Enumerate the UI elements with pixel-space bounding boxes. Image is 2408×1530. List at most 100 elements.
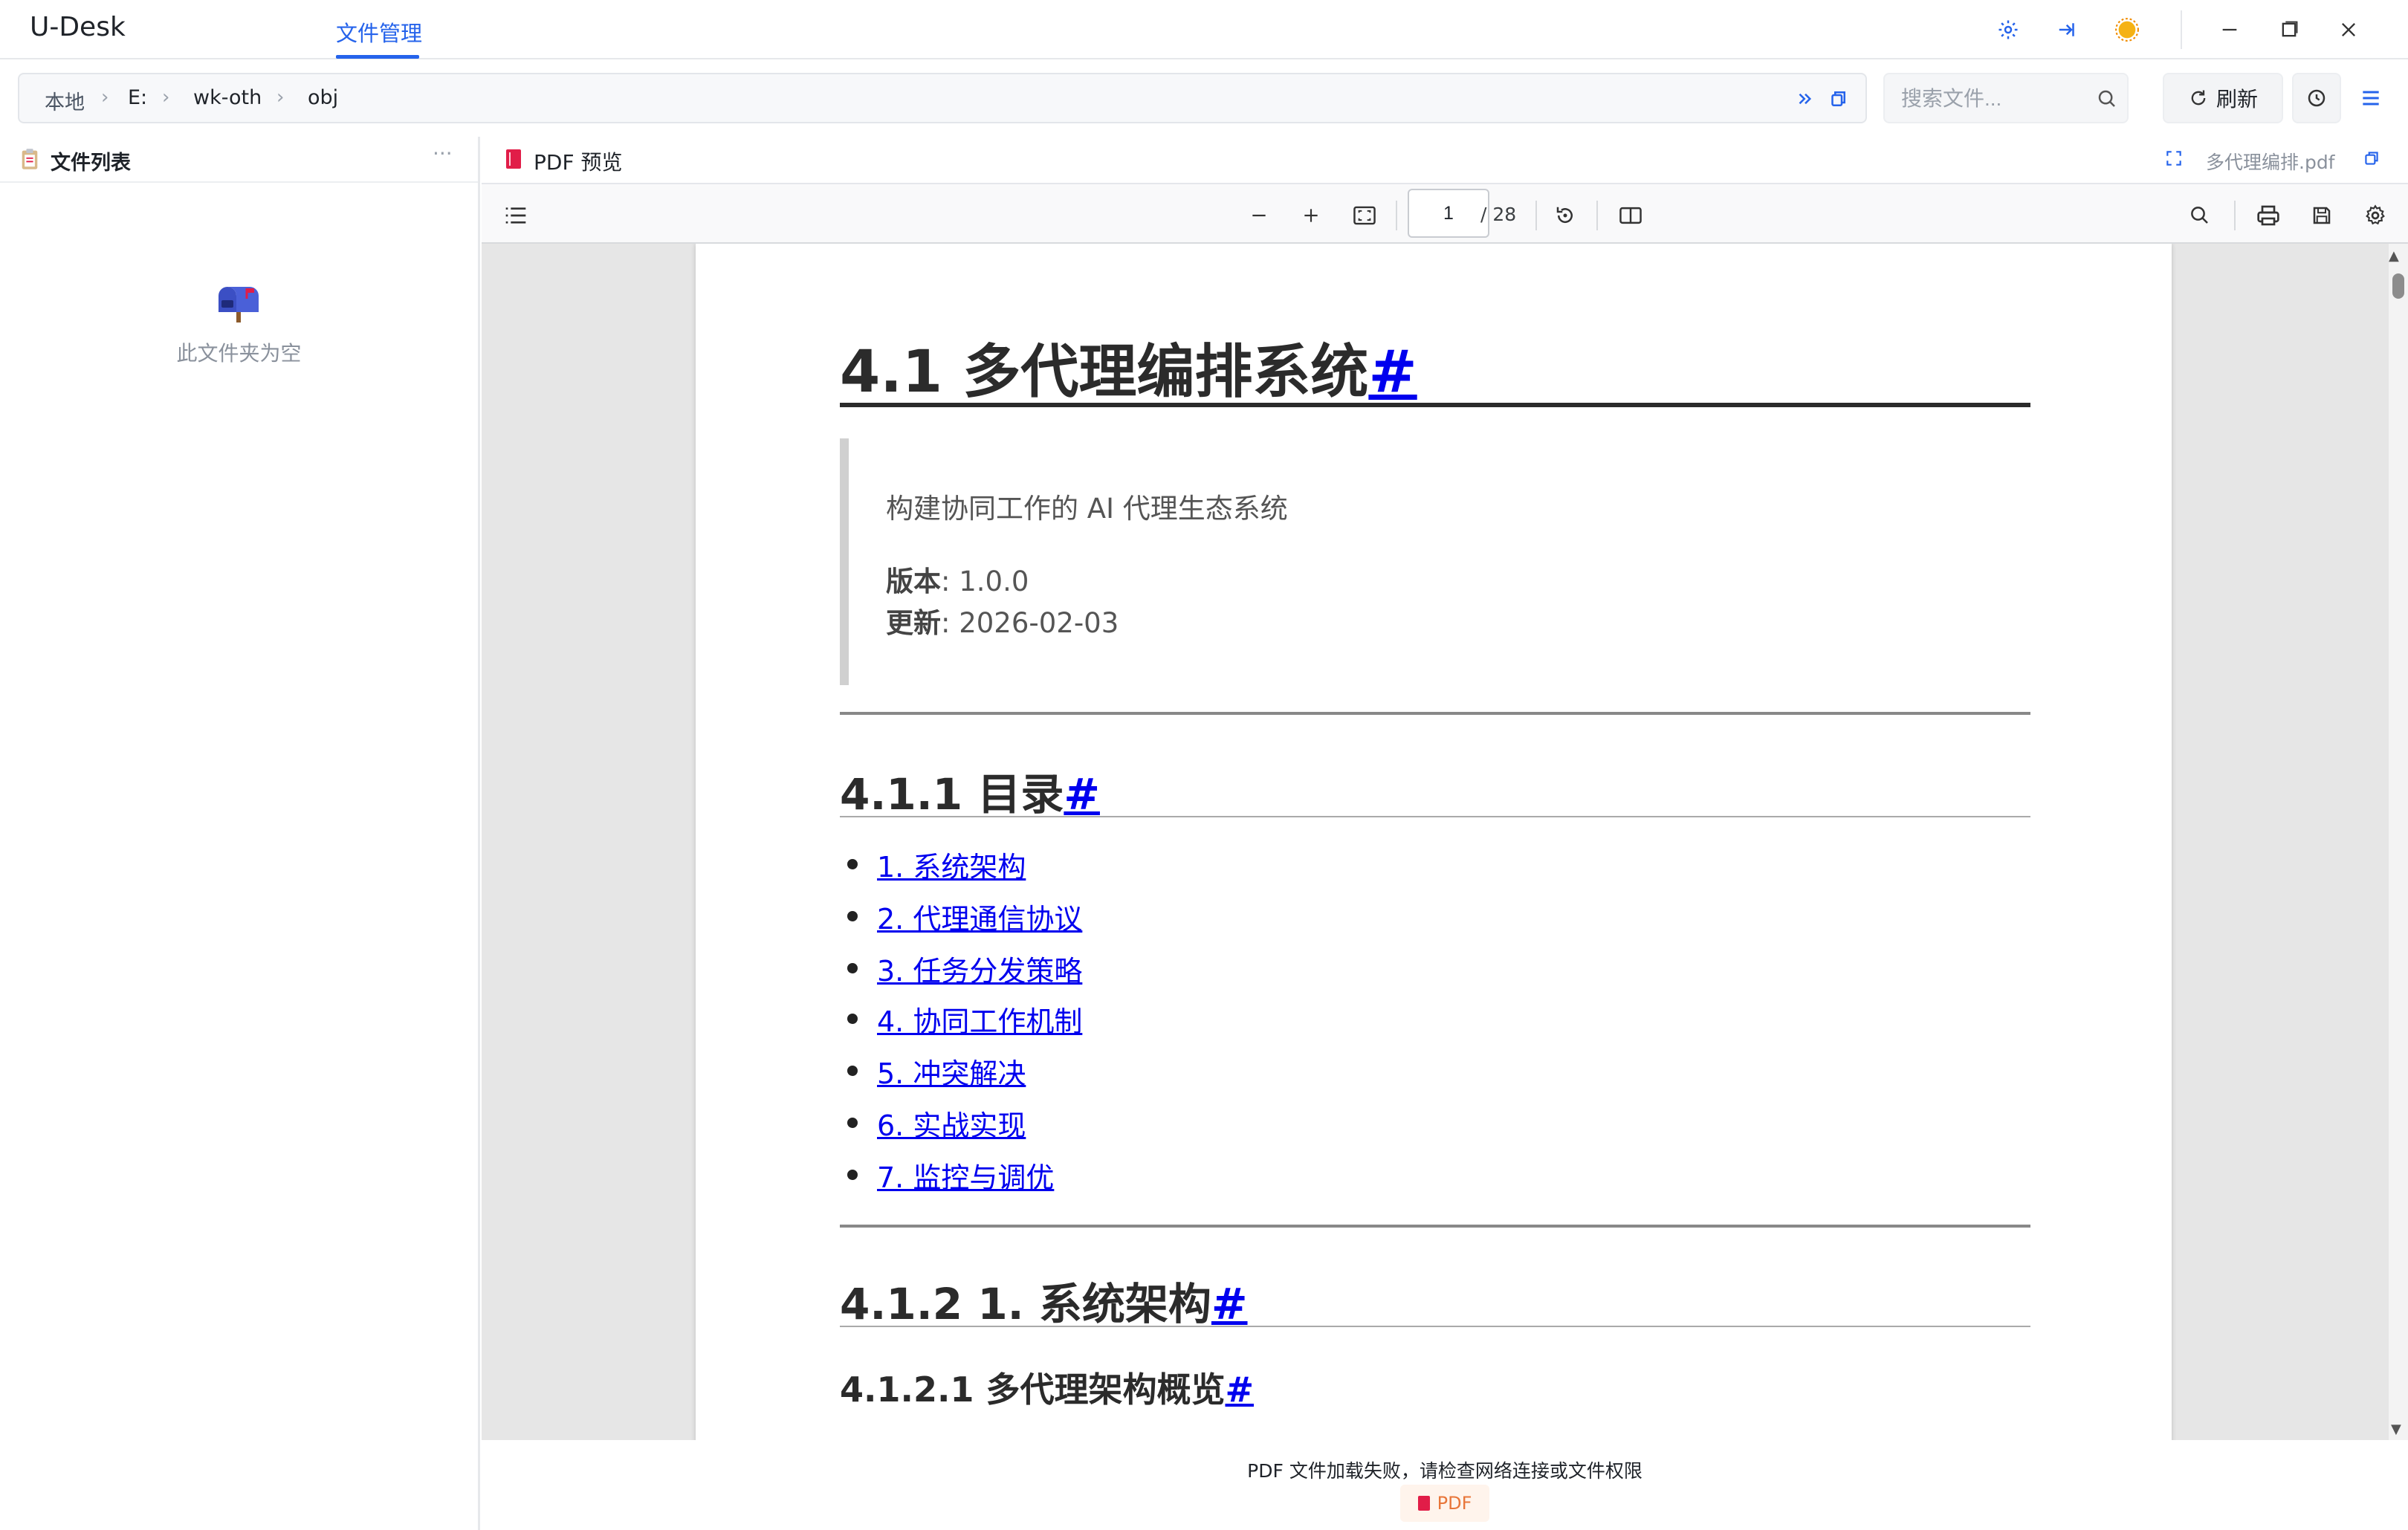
pdf-icon — [505, 149, 522, 172]
page-layout-icon[interactable] — [1614, 199, 1647, 232]
error-message: PDF 文件加载失败，请检查网络连接或文件权限 — [1247, 1460, 1642, 1482]
toc-item: 4. 协同工作机制 — [847, 999, 1082, 1040]
zoom-out-icon[interactable] — [1243, 199, 1275, 232]
menu-button[interactable] — [2349, 73, 2393, 123]
toc-link[interactable]: 1. 系统架构 — [877, 851, 1026, 884]
toc-item: 3. 任务分发策略 — [847, 948, 1082, 989]
toc-link[interactable]: 5. 冲突解决 — [877, 1057, 1026, 1090]
theme-sun-icon[interactable] — [2111, 13, 2143, 46]
page-number-input[interactable] — [1408, 189, 1489, 238]
history-icon — [2308, 89, 2326, 107]
breadcrumb-item-current[interactable]: obj — [308, 86, 338, 109]
heading-anchor-link[interactable]: # — [1064, 769, 1100, 820]
rotate-icon[interactable] — [1549, 199, 1582, 232]
tab-file-management[interactable]: 文件管理 — [336, 16, 422, 48]
page-total: / 28 — [1480, 204, 1517, 225]
heading-rule — [840, 816, 2030, 817]
scroll-down-icon[interactable]: ▼ — [2391, 1422, 2401, 1437]
pdf-file-tag-label: PDF — [1437, 1493, 1472, 1514]
sidebar-toggle-icon[interactable] — [499, 199, 532, 232]
error-panel: PDF 文件加载失败，请检查网络连接或文件权限 PDF — [482, 1440, 2408, 1530]
settings-icon[interactable] — [1992, 13, 2025, 46]
doc-heading-architecture-text: 4.1.2 1. 系统架构 — [840, 1279, 1211, 1329]
pdf-toolbar: / 28 — [482, 183, 2408, 244]
chevron-right-icon: › — [276, 86, 285, 108]
bullet — [847, 911, 858, 921]
fullscreen-icon[interactable] — [2164, 149, 2184, 171]
mailbox-icon — [214, 282, 262, 324]
bullet — [847, 1118, 858, 1128]
toc-item: 5. 冲突解决 — [847, 1051, 1026, 1092]
chevron-right-icon: › — [162, 86, 170, 108]
preview-file-name: 多代理编排.pdf — [2206, 152, 2335, 173]
toolbar-separator — [1396, 201, 1397, 230]
doc-heading-toc: 4.1.1 目录# — [840, 759, 1100, 822]
toc-link[interactable]: 3. 任务分发策略 — [877, 955, 1082, 988]
app-title: U-Desk — [30, 12, 126, 42]
doc-subtitle: 构建协同工作的 AI 代理生态系统 — [886, 493, 1288, 525]
empty-folder-message: 此文件夹为空 — [176, 341, 302, 366]
toc-link[interactable]: 4. 协同工作机制 — [877, 1005, 1082, 1038]
doc-version-value: : 1.0.0 — [941, 565, 1029, 597]
minimize-icon[interactable] — [2213, 13, 2246, 46]
heading-rule — [840, 403, 2030, 407]
doc-version: 版本: 1.0.0 — [886, 559, 1029, 599]
toolbar-separator — [1535, 201, 1537, 230]
pdf-page: 4.1 多代理编排系统# 构建协同工作的 AI 代理生态系统 版本: 1.0.0… — [696, 244, 2172, 1440]
file-list-header: 文件列表 ··· — [0, 137, 478, 183]
heading-anchor-link[interactable]: # — [1225, 1369, 1254, 1410]
doc-updated-label: 更新 — [886, 607, 941, 639]
pdf-file-tag[interactable]: PDF — [1400, 1485, 1489, 1522]
maximize-icon[interactable] — [2273, 13, 2305, 46]
doc-heading-overview-text: 4.1.2.1 多代理架构概览 — [840, 1369, 1226, 1410]
fit-page-icon[interactable] — [1348, 199, 1381, 232]
toolbar-separator — [2234, 201, 2236, 230]
preview-header: PDF 预览 多代理编排.pdf — [482, 137, 2408, 183]
doc-heading-toc-text: 4.1.1 目录 — [840, 769, 1064, 820]
breadcrumb-item-local[interactable]: 本地 — [45, 86, 85, 115]
toc-link[interactable]: 6. 实战实现 — [877, 1109, 1026, 1142]
heading-rule — [840, 1326, 2030, 1327]
find-icon[interactable] — [2184, 199, 2216, 232]
scroll-up-icon[interactable]: ▲ — [2389, 248, 2399, 264]
toc-link[interactable]: 2. 代理通信协议 — [877, 903, 1082, 936]
title-bar: U-Desk 文件管理 — [0, 0, 2408, 59]
pdf-scrollbar[interactable]: ▲ ▼ — [2389, 244, 2408, 1440]
search-input[interactable] — [1901, 85, 2080, 113]
refresh-icon — [2191, 90, 2206, 106]
close-icon[interactable] — [2332, 13, 2365, 46]
more-options-icon[interactable]: ··· — [433, 141, 453, 166]
history-button[interactable] — [2292, 73, 2341, 123]
go-forward-icon[interactable] — [1794, 88, 1816, 110]
bullet — [847, 1014, 858, 1024]
doc-updated: 更新: 2026-02-03 — [886, 600, 1119, 641]
heading-anchor-link[interactable]: # — [1211, 1279, 1248, 1329]
zoom-in-icon[interactable] — [1295, 199, 1327, 232]
doc-heading-architecture: 4.1.2 1. 系统架构# — [840, 1269, 1248, 1332]
bullet — [847, 963, 858, 973]
refresh-button[interactable]: 刷新 — [2163, 73, 2283, 123]
doc-version-label: 版本 — [886, 565, 941, 597]
clipboard-icon — [19, 147, 40, 174]
scrollbar-thumb[interactable] — [2392, 273, 2404, 299]
save-icon[interactable] — [2305, 199, 2338, 232]
connect-icon[interactable] — [2051, 13, 2084, 46]
search-icon[interactable] — [2096, 88, 2118, 113]
heading-anchor-link[interactable]: # — [1368, 339, 1417, 406]
open-external-icon[interactable] — [2362, 149, 2381, 171]
breadcrumb-item-drive[interactable]: E: — [128, 86, 147, 109]
toc-link[interactable]: 7. 监控与调优 — [877, 1161, 1054, 1194]
chevron-right-icon: › — [101, 86, 109, 108]
gear-icon[interactable] — [2359, 199, 2392, 232]
pdf-viewport[interactable]: 4.1 多代理编排系统# 构建协同工作的 AI 代理生态系统 版本: 1.0.0… — [482, 244, 2389, 1440]
breadcrumb: 本地 › E: › wk-oth › obj — [18, 73, 1867, 123]
breadcrumb-item-folder[interactable]: wk-oth — [193, 86, 262, 109]
copy-path-icon[interactable] — [1827, 88, 1849, 110]
toc-item: 6. 实战实现 — [847, 1103, 1026, 1144]
pdf-icon — [1417, 1496, 1430, 1511]
preview-title: PDF 预览 — [534, 150, 623, 175]
print-icon[interactable] — [2252, 199, 2285, 232]
window-controls-separator — [2181, 10, 2182, 49]
file-list-title: 文件列表 — [51, 152, 131, 175]
toc-item: 7. 监控与调优 — [847, 1155, 1054, 1196]
